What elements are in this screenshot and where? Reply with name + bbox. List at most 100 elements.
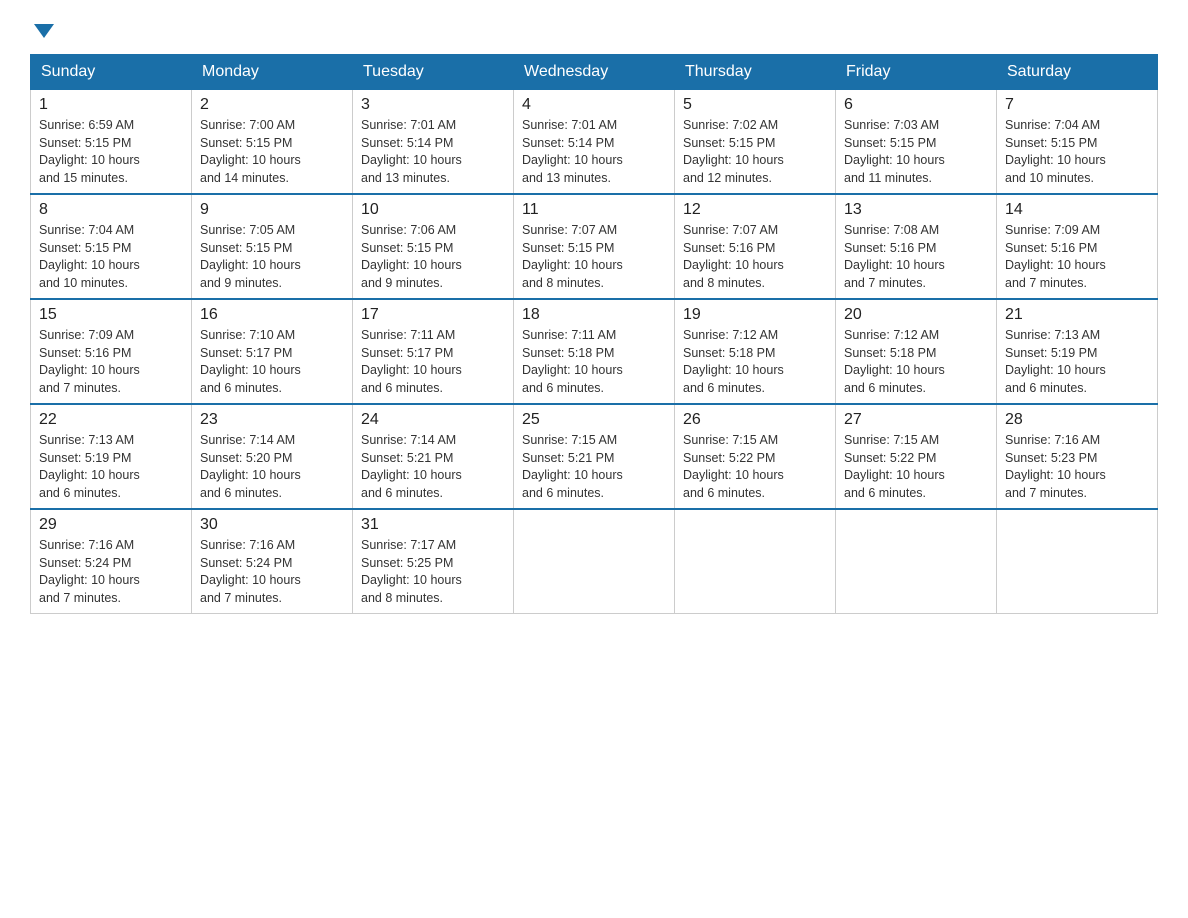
calendar-cell: 17 Sunrise: 7:11 AM Sunset: 5:17 PM Dayl… bbox=[353, 299, 514, 404]
calendar-cell: 16 Sunrise: 7:10 AM Sunset: 5:17 PM Dayl… bbox=[192, 299, 353, 404]
day-info: Sunrise: 7:15 AM Sunset: 5:22 PM Dayligh… bbox=[683, 432, 827, 502]
day-info: Sunrise: 7:00 AM Sunset: 5:15 PM Dayligh… bbox=[200, 117, 344, 187]
day-info: Sunrise: 7:15 AM Sunset: 5:22 PM Dayligh… bbox=[844, 432, 988, 502]
header-thursday: Thursday bbox=[675, 55, 836, 90]
day-info: Sunrise: 7:05 AM Sunset: 5:15 PM Dayligh… bbox=[200, 222, 344, 292]
header-friday: Friday bbox=[836, 55, 997, 90]
day-info: Sunrise: 7:13 AM Sunset: 5:19 PM Dayligh… bbox=[1005, 327, 1149, 397]
calendar-cell: 19 Sunrise: 7:12 AM Sunset: 5:18 PM Dayl… bbox=[675, 299, 836, 404]
day-number: 26 bbox=[683, 411, 827, 429]
calendar-cell: 3 Sunrise: 7:01 AM Sunset: 5:14 PM Dayli… bbox=[353, 90, 514, 195]
calendar-cell: 13 Sunrise: 7:08 AM Sunset: 5:16 PM Dayl… bbox=[836, 194, 997, 299]
day-number: 8 bbox=[39, 201, 183, 219]
day-info: Sunrise: 7:01 AM Sunset: 5:14 PM Dayligh… bbox=[522, 117, 666, 187]
page-header bbox=[30, 20, 1158, 34]
header-saturday: Saturday bbox=[997, 55, 1158, 90]
calendar-cell: 27 Sunrise: 7:15 AM Sunset: 5:22 PM Dayl… bbox=[836, 404, 997, 509]
day-info: Sunrise: 7:12 AM Sunset: 5:18 PM Dayligh… bbox=[683, 327, 827, 397]
day-number: 28 bbox=[1005, 411, 1149, 429]
calendar-cell: 5 Sunrise: 7:02 AM Sunset: 5:15 PM Dayli… bbox=[675, 90, 836, 195]
day-info: Sunrise: 7:04 AM Sunset: 5:15 PM Dayligh… bbox=[39, 222, 183, 292]
day-number: 2 bbox=[200, 96, 344, 114]
calendar-cell: 24 Sunrise: 7:14 AM Sunset: 5:21 PM Dayl… bbox=[353, 404, 514, 509]
day-number: 6 bbox=[844, 96, 988, 114]
day-info: Sunrise: 7:02 AM Sunset: 5:15 PM Dayligh… bbox=[683, 117, 827, 187]
day-info: Sunrise: 7:09 AM Sunset: 5:16 PM Dayligh… bbox=[1005, 222, 1149, 292]
calendar-cell: 9 Sunrise: 7:05 AM Sunset: 5:15 PM Dayli… bbox=[192, 194, 353, 299]
calendar-cell: 25 Sunrise: 7:15 AM Sunset: 5:21 PM Dayl… bbox=[514, 404, 675, 509]
calendar-week-row: 1 Sunrise: 6:59 AM Sunset: 5:15 PM Dayli… bbox=[31, 90, 1158, 195]
calendar-cell: 12 Sunrise: 7:07 AM Sunset: 5:16 PM Dayl… bbox=[675, 194, 836, 299]
day-number: 14 bbox=[1005, 201, 1149, 219]
day-number: 18 bbox=[522, 306, 666, 324]
day-info: Sunrise: 7:14 AM Sunset: 5:21 PM Dayligh… bbox=[361, 432, 505, 502]
calendar-cell: 29 Sunrise: 7:16 AM Sunset: 5:24 PM Dayl… bbox=[31, 509, 192, 614]
day-number: 9 bbox=[200, 201, 344, 219]
day-info: Sunrise: 7:07 AM Sunset: 5:16 PM Dayligh… bbox=[683, 222, 827, 292]
calendar-cell: 26 Sunrise: 7:15 AM Sunset: 5:22 PM Dayl… bbox=[675, 404, 836, 509]
calendar-cell: 14 Sunrise: 7:09 AM Sunset: 5:16 PM Dayl… bbox=[997, 194, 1158, 299]
calendar-week-row: 22 Sunrise: 7:13 AM Sunset: 5:19 PM Dayl… bbox=[31, 404, 1158, 509]
day-info: Sunrise: 7:11 AM Sunset: 5:18 PM Dayligh… bbox=[522, 327, 666, 397]
calendar-cell: 22 Sunrise: 7:13 AM Sunset: 5:19 PM Dayl… bbox=[31, 404, 192, 509]
day-number: 22 bbox=[39, 411, 183, 429]
day-number: 24 bbox=[361, 411, 505, 429]
logo-arrow-icon bbox=[34, 24, 54, 38]
header-wednesday: Wednesday bbox=[514, 55, 675, 90]
day-number: 3 bbox=[361, 96, 505, 114]
calendar-cell: 2 Sunrise: 7:00 AM Sunset: 5:15 PM Dayli… bbox=[192, 90, 353, 195]
header-monday: Monday bbox=[192, 55, 353, 90]
calendar-cell bbox=[997, 509, 1158, 614]
day-info: Sunrise: 7:06 AM Sunset: 5:15 PM Dayligh… bbox=[361, 222, 505, 292]
calendar-cell: 6 Sunrise: 7:03 AM Sunset: 5:15 PM Dayli… bbox=[836, 90, 997, 195]
calendar-cell: 8 Sunrise: 7:04 AM Sunset: 5:15 PM Dayli… bbox=[31, 194, 192, 299]
header-sunday: Sunday bbox=[31, 55, 192, 90]
calendar-cell: 18 Sunrise: 7:11 AM Sunset: 5:18 PM Dayl… bbox=[514, 299, 675, 404]
calendar-cell bbox=[836, 509, 997, 614]
day-number: 25 bbox=[522, 411, 666, 429]
day-number: 4 bbox=[522, 96, 666, 114]
day-info: Sunrise: 7:14 AM Sunset: 5:20 PM Dayligh… bbox=[200, 432, 344, 502]
day-number: 31 bbox=[361, 516, 505, 534]
calendar-cell: 1 Sunrise: 6:59 AM Sunset: 5:15 PM Dayli… bbox=[31, 90, 192, 195]
day-info: Sunrise: 7:16 AM Sunset: 5:24 PM Dayligh… bbox=[39, 537, 183, 607]
day-info: Sunrise: 7:07 AM Sunset: 5:15 PM Dayligh… bbox=[522, 222, 666, 292]
calendar-cell: 20 Sunrise: 7:12 AM Sunset: 5:18 PM Dayl… bbox=[836, 299, 997, 404]
day-number: 29 bbox=[39, 516, 183, 534]
day-number: 5 bbox=[683, 96, 827, 114]
calendar-cell: 15 Sunrise: 7:09 AM Sunset: 5:16 PM Dayl… bbox=[31, 299, 192, 404]
day-info: Sunrise: 7:04 AM Sunset: 5:15 PM Dayligh… bbox=[1005, 117, 1149, 187]
calendar-cell: 10 Sunrise: 7:06 AM Sunset: 5:15 PM Dayl… bbox=[353, 194, 514, 299]
day-info: Sunrise: 7:11 AM Sunset: 5:17 PM Dayligh… bbox=[361, 327, 505, 397]
logo-general bbox=[30, 20, 54, 38]
day-number: 23 bbox=[200, 411, 344, 429]
header-tuesday: Tuesday bbox=[353, 55, 514, 90]
calendar-header-row: SundayMondayTuesdayWednesdayThursdayFrid… bbox=[31, 55, 1158, 90]
logo bbox=[30, 20, 54, 34]
day-info: Sunrise: 7:17 AM Sunset: 5:25 PM Dayligh… bbox=[361, 537, 505, 607]
day-number: 21 bbox=[1005, 306, 1149, 324]
calendar-table: SundayMondayTuesdayWednesdayThursdayFrid… bbox=[30, 54, 1158, 614]
day-info: Sunrise: 7:15 AM Sunset: 5:21 PM Dayligh… bbox=[522, 432, 666, 502]
day-number: 19 bbox=[683, 306, 827, 324]
day-info: Sunrise: 7:01 AM Sunset: 5:14 PM Dayligh… bbox=[361, 117, 505, 187]
day-number: 11 bbox=[522, 201, 666, 219]
day-number: 1 bbox=[39, 96, 183, 114]
calendar-week-row: 8 Sunrise: 7:04 AM Sunset: 5:15 PM Dayli… bbox=[31, 194, 1158, 299]
calendar-week-row: 15 Sunrise: 7:09 AM Sunset: 5:16 PM Dayl… bbox=[31, 299, 1158, 404]
day-number: 17 bbox=[361, 306, 505, 324]
day-info: Sunrise: 6:59 AM Sunset: 5:15 PM Dayligh… bbox=[39, 117, 183, 187]
calendar-cell: 7 Sunrise: 7:04 AM Sunset: 5:15 PM Dayli… bbox=[997, 90, 1158, 195]
day-info: Sunrise: 7:16 AM Sunset: 5:24 PM Dayligh… bbox=[200, 537, 344, 607]
calendar-cell: 30 Sunrise: 7:16 AM Sunset: 5:24 PM Dayl… bbox=[192, 509, 353, 614]
calendar-cell bbox=[514, 509, 675, 614]
day-info: Sunrise: 7:09 AM Sunset: 5:16 PM Dayligh… bbox=[39, 327, 183, 397]
calendar-cell bbox=[675, 509, 836, 614]
day-info: Sunrise: 7:10 AM Sunset: 5:17 PM Dayligh… bbox=[200, 327, 344, 397]
day-info: Sunrise: 7:13 AM Sunset: 5:19 PM Dayligh… bbox=[39, 432, 183, 502]
calendar-cell: 23 Sunrise: 7:14 AM Sunset: 5:20 PM Dayl… bbox=[192, 404, 353, 509]
calendar-week-row: 29 Sunrise: 7:16 AM Sunset: 5:24 PM Dayl… bbox=[31, 509, 1158, 614]
day-number: 15 bbox=[39, 306, 183, 324]
day-info: Sunrise: 7:03 AM Sunset: 5:15 PM Dayligh… bbox=[844, 117, 988, 187]
day-number: 20 bbox=[844, 306, 988, 324]
